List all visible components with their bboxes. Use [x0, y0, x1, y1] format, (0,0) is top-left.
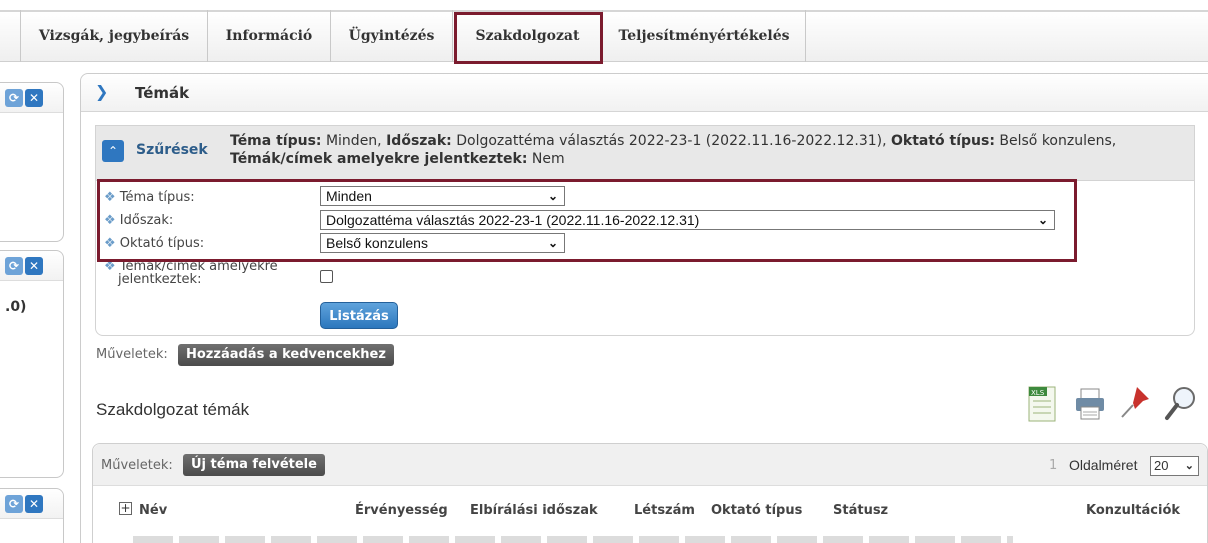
summary-value: Belső konzulens, [994, 133, 1117, 149]
applied-checkbox[interactable] [320, 270, 333, 283]
filter-row-period: ❖ Időszak: [104, 213, 173, 228]
summary-key: Téma típus: [230, 133, 322, 149]
column-header-oktato-tipus[interactable]: Oktató típus [711, 503, 802, 518]
table-row[interactable] [133, 536, 1013, 543]
page-title: Témák [135, 84, 190, 102]
new-topic-button[interactable]: Új téma felvétele [183, 454, 325, 476]
diamond-icon: ❖ [104, 190, 120, 205]
column-header-ervenyesseg[interactable]: Érvényesség [355, 503, 448, 518]
topic-type-value: Minden [326, 188, 372, 204]
period-select[interactable]: Dolgozattéma választás 2022-23-1 (2022.1… [320, 210, 1055, 230]
column-header-elbiralasi-idoszak[interactable]: Elbírálási időszak [470, 503, 598, 518]
chevron-down-icon: ⌄ [547, 236, 558, 250]
excel-export-icon[interactable]: XLS [1025, 383, 1061, 423]
summary-value: Dolgozattéma választás 2022-23-1 (2022.1… [451, 133, 891, 149]
summary-key: Témák/címek amelyekre jelentkeztek: [230, 151, 528, 167]
chevron-down-icon: ⌄ [547, 189, 558, 203]
print-icon[interactable] [1072, 383, 1108, 423]
svg-text:XLS: XLS [1031, 389, 1045, 397]
filter-summary: Téma típus: Minden, Időszak: Dolgozattém… [230, 132, 1190, 168]
topic-type-label: Téma típus: [119, 190, 195, 205]
applied-label-2: jelentkeztek: [118, 272, 202, 287]
page-number[interactable]: 1 [1049, 458, 1057, 473]
refresh-icon[interactable]: ⟳ [5, 89, 23, 107]
filter-row-applied: ❖ Témák/címek amelyekre jelentkeztek: [104, 260, 278, 286]
summary-key: Oktató típus: [891, 133, 995, 149]
filter-header-label[interactable]: Szűrések [136, 142, 208, 158]
column-header-nev[interactable]: Név [139, 503, 167, 518]
filter-row-teacher-type: ❖ Oktató típus: [104, 236, 204, 251]
list-button[interactable]: Listázás [320, 302, 398, 329]
refresh-icon[interactable]: ⟳ [5, 495, 23, 513]
teacher-type-value: Belső konzulens [326, 235, 428, 251]
left-panel-header: ⟳ ✕ [0, 489, 63, 519]
period-value: Dolgozattéma választás 2022-23-1 (2022.1… [326, 212, 700, 228]
left-panel-header: ⟳ ✕ [0, 251, 63, 281]
close-icon[interactable]: ✕ [25, 89, 43, 107]
summary-key: Időszak: [386, 133, 452, 149]
column-header-konzultaciok[interactable]: Konzultációk [1086, 503, 1180, 518]
diamond-icon: ❖ [104, 236, 120, 251]
left-panel-header: ⟳ ✕ [0, 83, 63, 113]
teacher-type-select[interactable]: Belső konzulens ⌄ [320, 233, 565, 253]
expand-all-icon[interactable]: + [119, 502, 132, 515]
tab-vizsgak[interactable]: Vizsgák, jegybeírás [20, 10, 208, 62]
diamond-icon: ❖ [104, 213, 120, 228]
summary-value: Minden, [321, 133, 387, 149]
teacher-type-label: Oktató típus: [119, 236, 205, 251]
section-title: Szakdolgozat témák [96, 400, 250, 419]
operations-label: Műveletek: [96, 347, 168, 362]
grid-toolbar: Műveletek: Új téma felvétele 1 Oldalmére… [93, 444, 1207, 486]
topic-type-select[interactable]: Minden ⌄ [320, 186, 565, 206]
left-panel-1: ⟳ ✕ [0, 82, 64, 242]
left-panel-3: ⟳ ✕ [0, 488, 64, 543]
tab-szakdolgozat[interactable]: Szakdolgozat [453, 10, 603, 62]
grid-operations-label: Műveletek: [101, 458, 173, 473]
pin-icon[interactable] [1117, 383, 1153, 423]
chevron-right-icon[interactable]: ❯ [95, 82, 108, 101]
page-size-select[interactable]: 20 ⌄ [1150, 456, 1199, 476]
collapse-up-icon[interactable]: ⌃ [102, 140, 124, 162]
column-header-letszam[interactable]: Létszám [634, 503, 695, 518]
tab-informacio[interactable]: Információ [208, 10, 331, 62]
filter-header: ⌃ Szűrések Téma típus: Minden, Időszak: … [95, 125, 1195, 181]
chevron-down-icon: ⌄ [1184, 460, 1194, 472]
page-size-label: Oldalméret [1069, 457, 1138, 473]
summary-value: Nem [527, 151, 565, 167]
topics-grid: Műveletek: Új téma felvétele 1 Oldalmére… [92, 443, 1208, 543]
top-navigation: Vizsgák, jegybeírás Információ Ügyintézé… [0, 0, 1208, 64]
filter-row-topic-type: ❖ Téma típus: [104, 190, 195, 205]
period-label: Időszak: [119, 213, 174, 228]
left-panel-count: .0) [5, 299, 27, 315]
page-size-value: 20 [1154, 458, 1169, 473]
add-favorite-button[interactable]: Hozzáadás a kedvencekhez [178, 344, 394, 366]
tab-ugyintezes[interactable]: Ügyintézés [331, 10, 453, 62]
column-header-statusz[interactable]: Státusz [833, 503, 888, 518]
refresh-icon[interactable]: ⟳ [5, 257, 23, 275]
search-icon[interactable] [1162, 383, 1198, 423]
chevron-down-icon: ⌄ [1037, 213, 1048, 227]
close-icon[interactable]: ✕ [25, 257, 43, 275]
main-panel-header: ❯ Témák [81, 74, 1208, 112]
left-panel-2: ⟳ ✕ .0) [0, 250, 64, 478]
close-icon[interactable]: ✕ [25, 495, 43, 513]
tab-teljesitmenyertekeles[interactable]: Teljesítményértékelés [603, 10, 806, 62]
